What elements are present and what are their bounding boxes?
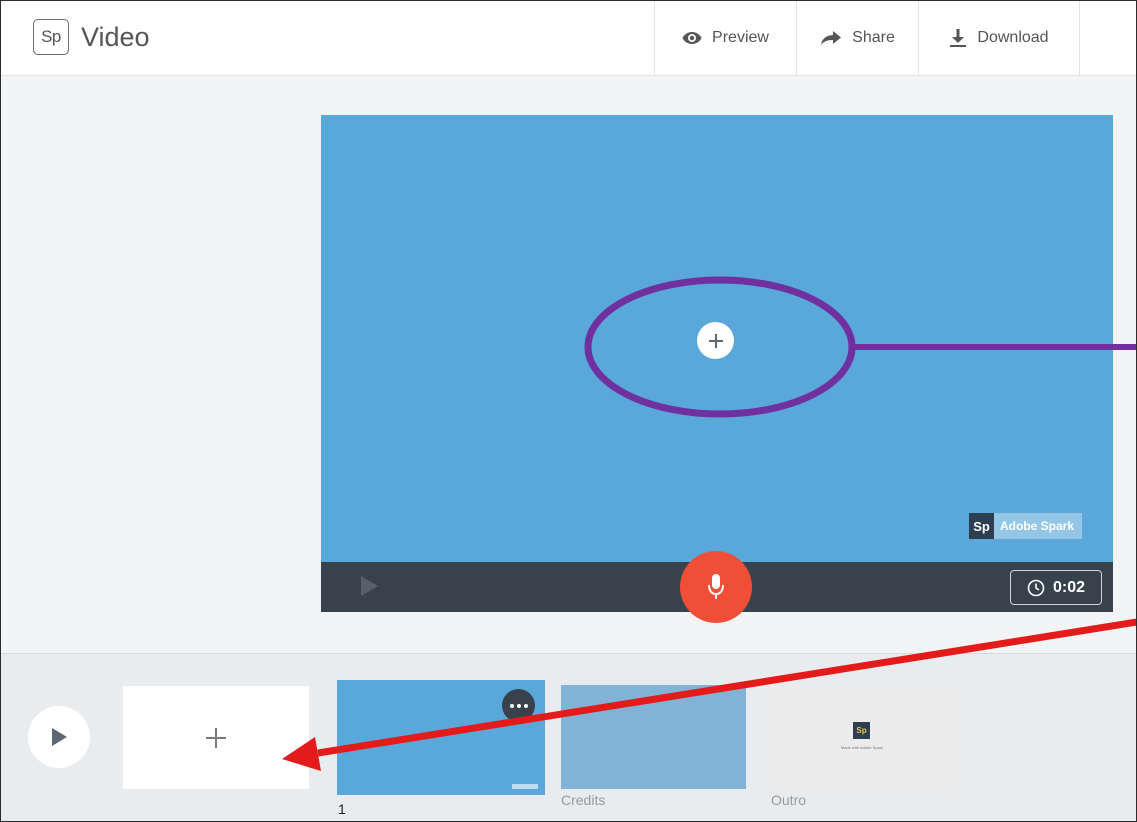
record-voice-button[interactable] xyxy=(680,551,752,623)
preview-button[interactable]: Preview xyxy=(654,0,796,76)
download-icon xyxy=(949,28,967,48)
outro-caption: Made with Adobe Spark xyxy=(840,745,884,750)
add-slide-button[interactable] xyxy=(123,686,309,789)
plus-icon xyxy=(206,727,226,748)
dot-icon xyxy=(516,703,521,708)
toolbar: Preview Share Download xyxy=(654,0,1080,76)
play-icon xyxy=(361,576,378,596)
slide-options-button[interactable] xyxy=(502,689,535,722)
outro-logo: Sp xyxy=(853,722,870,739)
preview-label: Preview xyxy=(712,29,769,46)
app-title: Video xyxy=(81,21,150,52)
share-arrow-icon xyxy=(820,30,842,46)
play-video-button[interactable] xyxy=(28,706,90,768)
download-label: Download xyxy=(977,29,1049,46)
duration-value: 0:02 xyxy=(1052,578,1086,596)
watermark-text: Adobe Spark xyxy=(1000,519,1075,533)
spark-logo-icon: Sp xyxy=(33,19,69,55)
plus-icon xyxy=(708,333,723,348)
clock-icon xyxy=(1027,579,1045,597)
adobe-spark-watermark: Sp Adobe Spark xyxy=(969,513,1083,539)
top-bar: Sp Video Preview Share Download xyxy=(0,0,1137,76)
share-button[interactable]: Share xyxy=(796,0,918,76)
dot-icon xyxy=(523,703,528,708)
slide-duration-button[interactable]: 0:02 xyxy=(1010,570,1102,605)
mini-watermark xyxy=(512,784,538,789)
download-button[interactable]: Download xyxy=(918,0,1080,76)
play-icon xyxy=(52,728,67,746)
share-label: Share xyxy=(852,29,895,46)
slide-thumbnail-credits[interactable] xyxy=(561,685,746,789)
slide-label: 1 xyxy=(338,801,346,817)
slide-label: Credits xyxy=(561,792,606,808)
watermark-logo: Sp xyxy=(969,513,994,539)
eye-icon xyxy=(682,31,702,45)
play-slide-button[interactable] xyxy=(359,575,379,602)
dot-icon xyxy=(509,703,514,708)
add-media-button[interactable] xyxy=(697,322,734,359)
app-logo[interactable]: Sp Video xyxy=(33,18,150,56)
microphone-icon xyxy=(708,574,724,599)
slide-label: Outro xyxy=(771,792,807,808)
